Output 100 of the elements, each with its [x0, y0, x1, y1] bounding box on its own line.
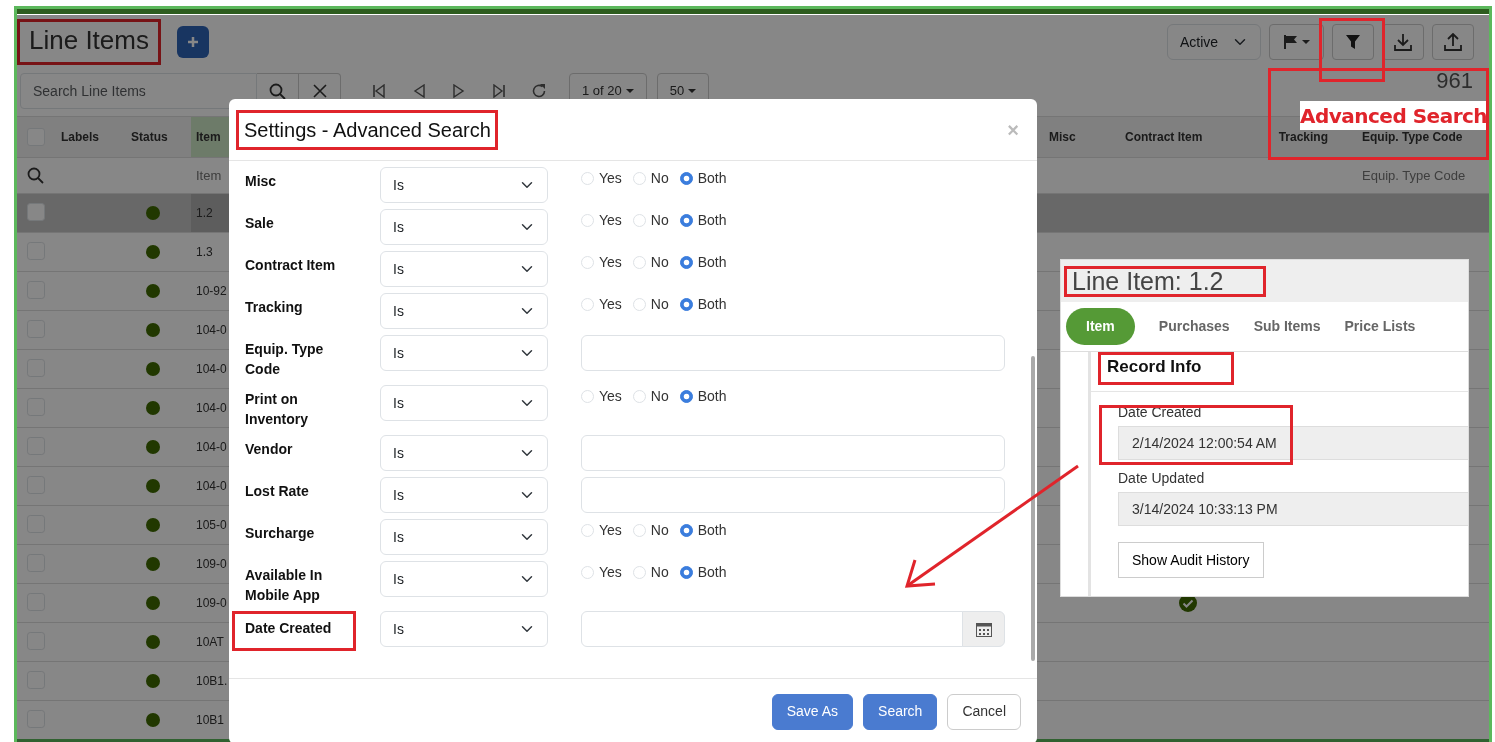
table-cell[interactable]: 109-0 [191, 584, 229, 622]
table-cell[interactable]: 104-0 [191, 467, 229, 505]
tab[interactable]: Item [1066, 308, 1135, 345]
next-page-icon[interactable] [453, 84, 465, 98]
radio-button[interactable] [679, 172, 693, 185]
status-dot [146, 674, 160, 688]
radio-label: No [650, 253, 669, 272]
operator-select[interactable]: Is [380, 519, 548, 555]
filter-field[interactable]: Equip. Type Code [1362, 160, 1489, 191]
status-dot [146, 596, 160, 610]
modal-button[interactable]: Save As [771, 693, 854, 730]
status-dot [146, 635, 160, 649]
modal-button[interactable]: Search [863, 693, 938, 730]
audit-history-button[interactable]: Show Audit History [1118, 542, 1264, 578]
radio-button[interactable] [679, 524, 693, 537]
status-dot [146, 362, 160, 376]
field-label: Lost Rate [245, 482, 310, 501]
radio-button[interactable] [679, 214, 693, 227]
plus-icon [186, 36, 199, 48]
radio-label: Both [697, 211, 727, 230]
radio-button[interactable] [679, 298, 693, 311]
section-heading: Record Info [1107, 357, 1202, 378]
calendar-icon [975, 621, 992, 637]
status-dot [146, 713, 160, 727]
previous-page-icon[interactable] [413, 84, 425, 98]
field-label: Tracking [245, 298, 304, 317]
date-field[interactable] [581, 611, 1005, 647]
table-cell[interactable]: 10B1. [191, 662, 229, 700]
filter-field[interactable]: Item [196, 160, 229, 191]
radio-button[interactable] [679, 390, 693, 403]
text-field[interactable] [581, 477, 1005, 513]
field-label: Equip. Type Code [245, 340, 325, 379]
radio-label: Yes [599, 521, 622, 540]
filter-button[interactable] [1332, 24, 1374, 60]
operator-select[interactable]: Is [380, 335, 548, 371]
modal-title: Settings - Advanced Search [244, 117, 491, 142]
panel-title: Line Item: 1.2 [1072, 268, 1224, 294]
text-field[interactable] [581, 335, 1005, 371]
table-cell[interactable]: 104-0 [191, 350, 229, 388]
tab[interactable]: Purchases [1158, 308, 1230, 345]
last-page-icon[interactable] [492, 84, 506, 98]
tab[interactable]: Price Lists [1344, 308, 1416, 345]
operator-select[interactable]: Is [380, 435, 548, 471]
status-dot [146, 284, 160, 298]
add-button[interactable] [176, 26, 209, 58]
field-label: Sale [245, 214, 275, 233]
table-cell[interactable]: 10-92 [191, 272, 229, 310]
first-page-icon[interactable] [372, 84, 386, 98]
radio-label: Yes [599, 211, 622, 230]
modal-button[interactable]: Cancel [947, 693, 1021, 730]
radio-button[interactable] [679, 566, 693, 579]
row-checkbox[interactable] [27, 203, 45, 222]
radio-label: No [650, 387, 669, 406]
operator-select[interactable]: Is [380, 385, 548, 421]
operator-select[interactable]: Is [380, 293, 548, 329]
table-cell[interactable]: 1.3 [191, 233, 229, 271]
column-header[interactable]: Equip. Type Code [1362, 130, 1463, 144]
table-cell[interactable]: 104-0 [191, 389, 229, 427]
column-header[interactable]: Contract Item [1125, 130, 1203, 144]
field-label: Print on Inventory [245, 390, 309, 429]
table-cell[interactable]: 10B1 [191, 701, 229, 739]
operator-select[interactable]: Is [380, 477, 548, 513]
tab[interactable]: Sub Items [1253, 308, 1321, 345]
column-header[interactable]: Item [191, 117, 229, 157]
text-field[interactable] [581, 435, 1005, 471]
operator-select[interactable]: Is [380, 209, 548, 245]
radio-label: No [650, 521, 669, 540]
flag-dropdown[interactable] [1269, 24, 1324, 60]
filter-icon [1345, 34, 1361, 50]
radio-label: No [650, 211, 669, 230]
column-header[interactable]: Labels [61, 128, 121, 146]
table-cell[interactable]: 104-0 [191, 428, 229, 466]
search-field[interactable]: Search Line Items [20, 73, 257, 109]
refresh-icon[interactable] [531, 83, 547, 99]
operator-select[interactable]: Is [380, 561, 548, 597]
close-icon [312, 84, 327, 98]
operator-select[interactable]: Is [380, 167, 548, 203]
radio-label: Both [697, 169, 727, 188]
radio-button[interactable] [679, 256, 693, 269]
download-icon [1394, 33, 1412, 51]
annotation-label: Advanced Search [1300, 101, 1487, 130]
scrollbar-thumb[interactable] [1031, 356, 1035, 661]
table-cell[interactable]: 10AT [191, 623, 229, 661]
status-dot [146, 206, 160, 220]
table-cell[interactable]: 1.2 [191, 194, 229, 232]
radio-label: Both [697, 563, 727, 582]
operator-select[interactable]: Is [380, 251, 548, 287]
table-cell[interactable]: 104-0 [191, 311, 229, 349]
column-header[interactable]: Status [121, 128, 191, 146]
status-select[interactable]: Active [1167, 24, 1261, 60]
field-label: Misc [245, 172, 278, 191]
download-button[interactable] [1382, 24, 1424, 60]
radio-label: Both [697, 295, 727, 314]
operator-select[interactable]: Is [380, 611, 548, 647]
radio-label: Yes [599, 169, 622, 188]
column-header[interactable]: Tracking [1278, 130, 1328, 144]
column-header[interactable]: Misc [1049, 130, 1076, 144]
table-cell[interactable]: 109-0 [191, 545, 229, 583]
table-cell[interactable]: 105-0 [191, 506, 229, 544]
upload-button[interactable] [1432, 24, 1474, 60]
